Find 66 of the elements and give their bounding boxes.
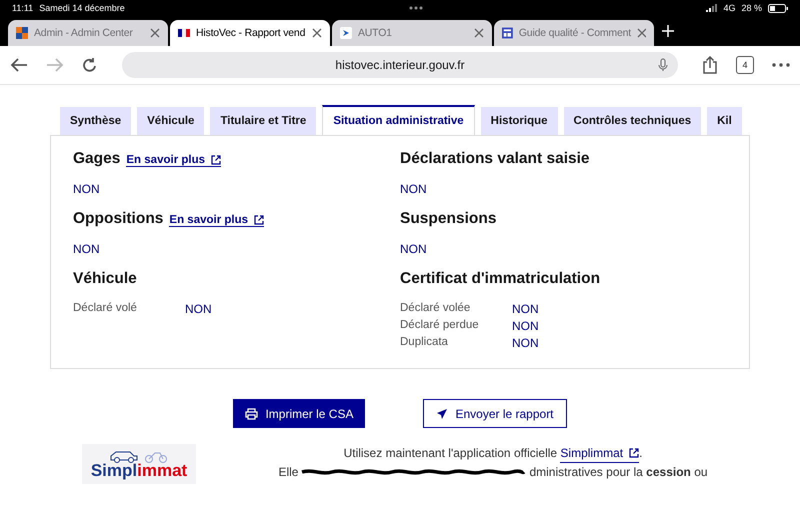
close-icon[interactable]	[150, 28, 160, 38]
section-title: Véhicule	[73, 270, 137, 288]
section-title: Suspensions	[400, 210, 496, 228]
section-title: Certificat d'immatriculation	[400, 270, 600, 288]
learn-more-link[interactable]: En savoir plus	[169, 214, 264, 227]
promo-text: dministratives pour la cession ou	[529, 464, 708, 481]
page-tab[interactable]: Kil	[707, 107, 742, 135]
field-label: Déclaré volé	[73, 302, 138, 316]
status-value: NON	[400, 242, 428, 256]
section-title: Gages	[73, 150, 120, 168]
close-icon[interactable]	[312, 28, 322, 38]
date: Samedi 14 décembre	[39, 3, 125, 13]
page-tab[interactable]: Titulaire et Titre	[210, 107, 316, 135]
print-button[interactable]: Imprimer le CSA	[233, 399, 366, 428]
learn-more-link[interactable]: En savoir plus	[126, 154, 221, 167]
microphone-icon[interactable]	[658, 58, 668, 72]
section-title: Oppositions	[73, 210, 164, 228]
promo-text: Elle	[278, 464, 298, 481]
page-tab[interactable]: Contrôles techniques	[564, 107, 702, 135]
grid-icon	[16, 27, 28, 39]
send-icon	[436, 408, 448, 420]
field-label: Déclaré perdue	[400, 319, 480, 333]
logo-text: Simplimmat	[90, 464, 188, 478]
browser-tab[interactable]: Guide qualité - Comment	[494, 20, 654, 46]
share-icon[interactable]	[702, 56, 718, 74]
promo-text: Utilisez maintenant l'application officielle Simplimmat .	[236, 444, 750, 463]
send-button[interactable]: Envoyer le rapport	[423, 399, 567, 428]
flag-icon	[178, 29, 190, 37]
browser-tab[interactable]: HistoVec - Rapport vend	[170, 20, 330, 46]
address-bar[interactable]: histovec.interieur.gouv.fr	[122, 52, 678, 78]
field-label: Duplicata	[400, 336, 449, 350]
browser-tab[interactable]: AUTO1	[332, 20, 492, 46]
field-label: Déclaré volée	[400, 302, 472, 316]
app-link[interactable]: Simplimmat	[560, 444, 640, 463]
clock: 11:11	[12, 3, 34, 13]
external-link-icon	[254, 215, 264, 225]
more-icon[interactable]	[772, 63, 790, 67]
printer-icon	[245, 408, 258, 420]
network-label: 4G	[723, 3, 736, 13]
close-icon[interactable]	[636, 28, 646, 38]
status-value: NON	[73, 242, 101, 256]
signal-icon	[706, 4, 718, 12]
page-tab[interactable]: Synthèse	[60, 107, 132, 135]
battery-icon	[768, 4, 788, 12]
status-value: NON	[512, 302, 539, 316]
status-value: NON	[512, 319, 539, 333]
new-tab-icon[interactable]	[662, 25, 674, 37]
external-link-icon	[211, 155, 221, 165]
close-icon[interactable]	[474, 28, 484, 38]
external-link-icon	[629, 448, 640, 458]
reload-icon[interactable]	[82, 57, 98, 73]
status-value: NON	[400, 182, 428, 196]
page-tab[interactable]: Historique	[480, 107, 558, 135]
browser-tab[interactable]: Admin - Admin Center	[8, 20, 168, 46]
page-tab[interactable]: Situation administrative	[322, 105, 475, 135]
tab-count-button[interactable]: 4	[736, 56, 754, 74]
layout-icon	[502, 27, 513, 39]
back-icon[interactable]	[10, 58, 28, 72]
section-title: Déclarations valant saisie	[400, 150, 590, 168]
more-icon	[408, 6, 423, 10]
battery-percent: 28 %	[741, 3, 762, 13]
page-tab[interactable]: Véhicule	[137, 107, 204, 135]
arrow-logo-icon	[340, 27, 352, 39]
status-value: NON	[185, 302, 212, 316]
status-value: NON	[512, 336, 539, 350]
status-value: NON	[73, 182, 101, 196]
